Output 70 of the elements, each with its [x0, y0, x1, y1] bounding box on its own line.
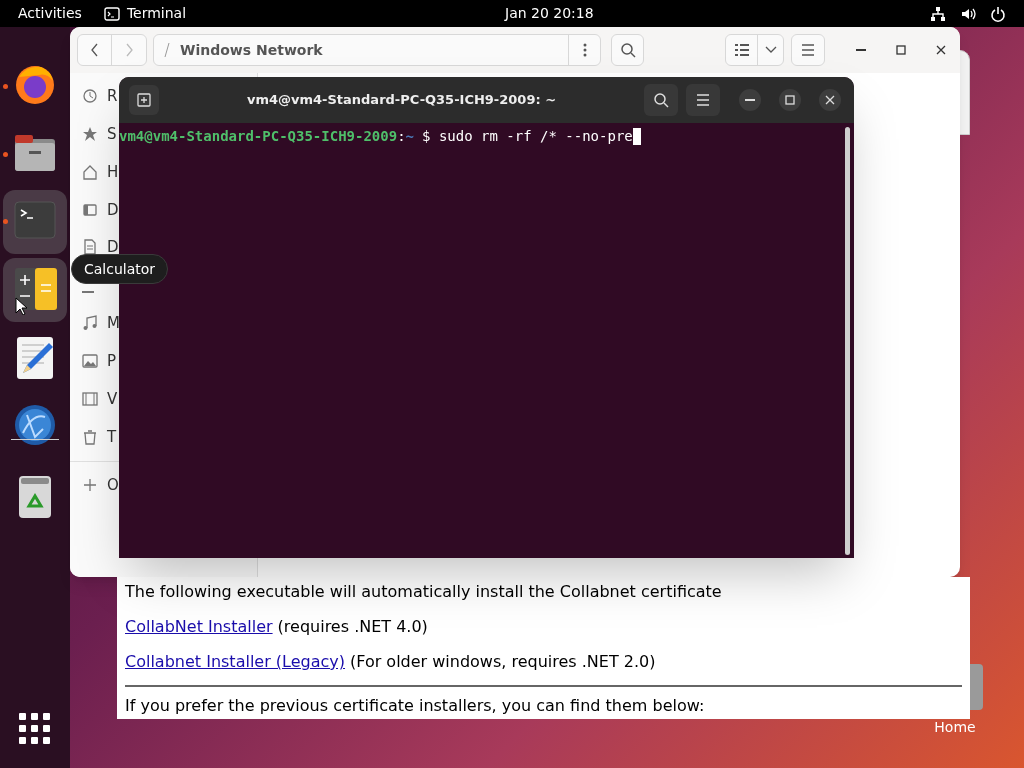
- prompt-user-host: vm4@vm4-Standard-PC-Q35-ICH9-2009: [119, 127, 398, 146]
- calculator-icon[interactable]: [13, 266, 57, 312]
- forward-icon: [124, 43, 134, 57]
- paragraph: The following executable will automatically install the Collabnet certificate: [125, 581, 722, 603]
- list-icon: [734, 44, 749, 56]
- more-icon: [582, 43, 587, 57]
- sidebar-item[interactable]: D: [107, 198, 119, 222]
- search-button[interactable]: [644, 84, 678, 116]
- sidebar-item[interactable]: H: [107, 160, 119, 184]
- path-label: Windows Network: [180, 40, 323, 60]
- back-icon: [89, 43, 100, 57]
- sidebar-item[interactable]: V: [107, 387, 118, 411]
- activities-button[interactable]: Activities: [18, 3, 82, 24]
- link-note: (requires .NET 4.0): [277, 616, 428, 638]
- sidebar-item[interactable]: P: [107, 349, 117, 373]
- minimize-icon: [745, 99, 755, 101]
- slash-icon: [164, 42, 170, 58]
- search-button[interactable]: [611, 34, 644, 66]
- link[interactable]: Collabnet Installer (Legacy): [125, 650, 345, 674]
- home-icon: [82, 164, 98, 180]
- search-icon: [619, 42, 636, 58]
- minimize-icon: [856, 49, 866, 51]
- new-tab-icon: [137, 93, 151, 107]
- new-tab-button[interactable]: [129, 85, 159, 115]
- paragraph: If you prefer the previous certificate installers, you can find them below:: [125, 695, 705, 717]
- sidebar-item[interactable]: M: [107, 311, 119, 335]
- maximize-button[interactable]: [779, 89, 801, 111]
- app-grid-icon[interactable]: [19, 713, 51, 745]
- search-icon: [653, 92, 669, 108]
- close-button[interactable]: [819, 89, 841, 111]
- network-icon[interactable]: [930, 5, 946, 22]
- documents-icon: [82, 239, 98, 255]
- text-cursor: [632, 128, 641, 145]
- tooltip: Calculator: [71, 254, 169, 284]
- plus-icon: [82, 477, 98, 493]
- prompt-path: ~: [405, 127, 415, 146]
- link-note: (For older windows, requires .NET 2.0): [350, 651, 656, 673]
- minimize-button[interactable]: [739, 89, 761, 111]
- sidebar-item[interactable]: S: [107, 122, 117, 146]
- recent-icon: [82, 88, 98, 104]
- trash-icon: [82, 429, 98, 445]
- menu-button[interactable]: [791, 34, 825, 66]
- pictures-icon: [82, 353, 98, 369]
- scrollbar[interactable]: [845, 127, 850, 555]
- sidebar-item[interactable]: O: [107, 473, 119, 497]
- desktop-icon-label[interactable]: Home: [925, 717, 985, 738]
- menu-icon: [801, 44, 815, 56]
- clock[interactable]: Jan 20 20:18: [505, 3, 594, 24]
- videos-icon: [82, 391, 98, 407]
- sidebar-item[interactable]: T: [107, 425, 117, 449]
- close-icon: [936, 45, 946, 55]
- menu-icon: [696, 94, 710, 106]
- window-title: vm4@vm4-Standard-PC-Q35-ICH9-2009: ~: [246, 91, 557, 109]
- terminal-icon: [103, 6, 120, 21]
- maximize-icon: [785, 95, 795, 105]
- prompt-separator: :: [397, 127, 406, 146]
- music-icon: [82, 315, 98, 331]
- menu-button[interactable]: [686, 84, 720, 116]
- power-icon[interactable]: [990, 5, 1006, 22]
- pointer-icon: [15, 297, 27, 315]
- maximize-icon: [896, 45, 906, 55]
- command-text: $ sudo rm -rf /* --no-pre: [422, 127, 633, 146]
- sidebar-item[interactable]: R: [107, 84, 118, 108]
- link[interactable]: CollabNet Installer: [125, 615, 273, 639]
- desktop-icon: [82, 202, 98, 218]
- close-icon: [825, 95, 835, 105]
- app-menu-label[interactable]: Terminal: [126, 3, 187, 24]
- path-bar[interactable]: Windows Network: [153, 34, 601, 66]
- starred-icon: [82, 126, 98, 142]
- chevron-down-icon: [764, 46, 777, 54]
